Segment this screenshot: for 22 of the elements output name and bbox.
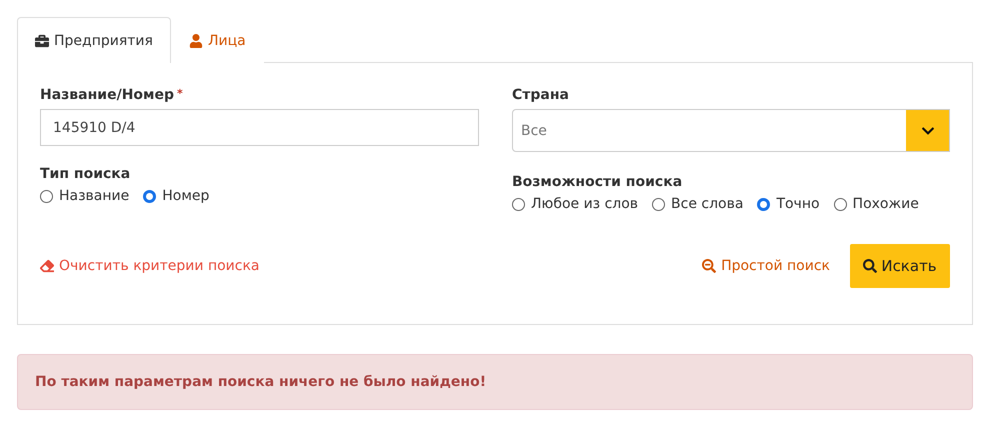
- field-label: Название/Номер *: [40, 87, 184, 103]
- radio-option[interactable]: Любое из слов: [512, 196, 638, 212]
- radio-option[interactable]: Название: [40, 188, 130, 204]
- search-button[interactable]: Искать: [850, 244, 950, 288]
- briefcase-icon: [35, 34, 49, 48]
- field-label: Тип поиска: [40, 166, 132, 182]
- tab[interactable]: Предприятия: [17, 17, 171, 63]
- zoom-out-icon: [702, 259, 716, 273]
- clear-criteria-link[interactable]: Очистить критерии поиска: [40, 258, 260, 274]
- radio-option[interactable]: Точно: [757, 196, 820, 212]
- field-label: Страна: [512, 87, 570, 103]
- radio-option[interactable]: Номер: [143, 188, 210, 204]
- radio-option[interactable]: Похожие: [834, 196, 919, 212]
- alert-message: По таким параметрам поиска ничего не было найдено!: [35, 374, 486, 390]
- name-input-field[interactable]: 145910 D/4: [40, 109, 479, 146]
- eraser-icon: [40, 259, 54, 273]
- user-icon: [188, 34, 203, 48]
- search-icon: [863, 259, 878, 273]
- simple-search-link[interactable]: Простой поиск: [702, 258, 830, 274]
- country-select[interactable]: Все: [512, 109, 950, 152]
- radio-option[interactable]: Все слова: [652, 196, 744, 212]
- field-label: Возможности поиска: [512, 174, 684, 190]
